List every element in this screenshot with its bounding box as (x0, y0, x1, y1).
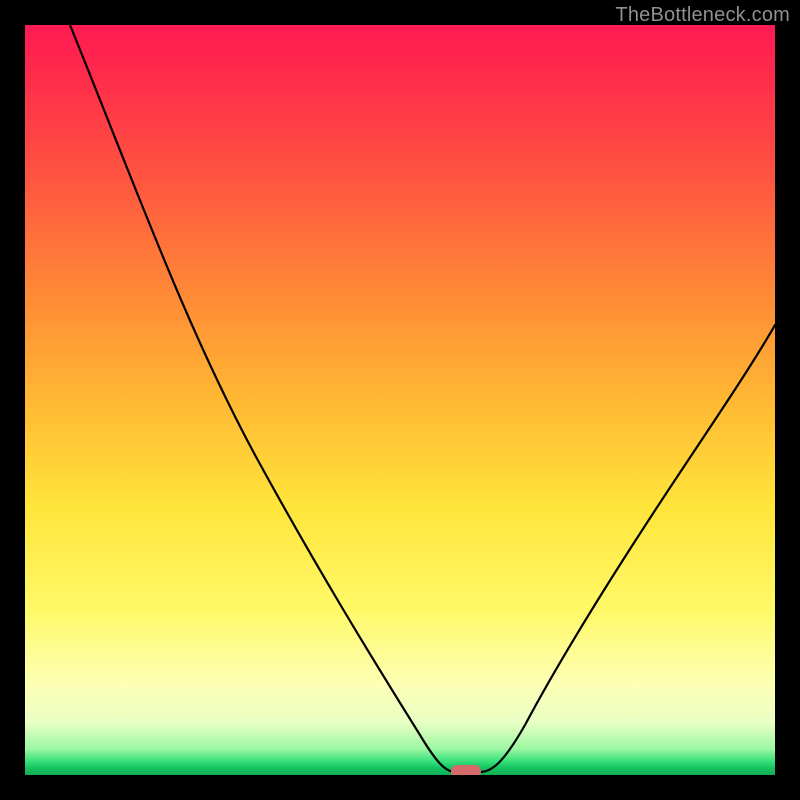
bottleneck-curve (70, 25, 775, 772)
watermark-text: TheBottleneck.com (615, 4, 790, 27)
optimal-point-marker (451, 765, 481, 775)
chart-stage: TheBottleneck.com (0, 0, 800, 800)
plot-area (25, 25, 775, 775)
curve-layer (25, 25, 775, 775)
